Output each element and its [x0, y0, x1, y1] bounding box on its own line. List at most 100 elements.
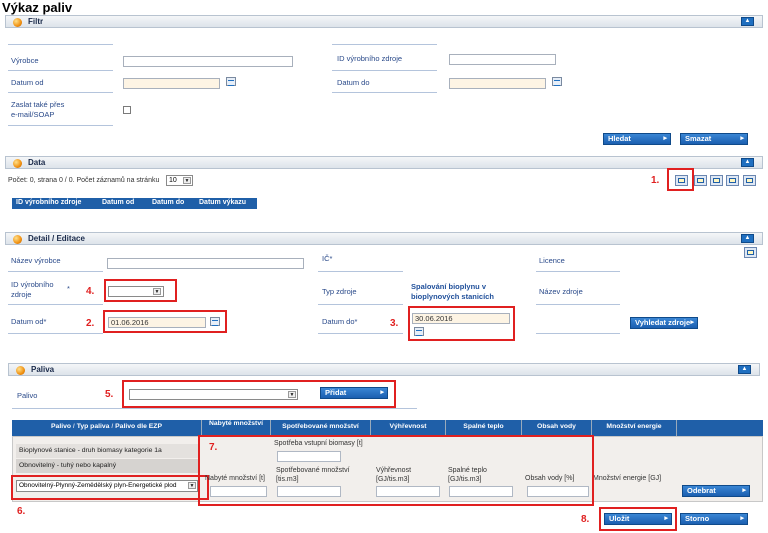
- panel-bullet-icon: [13, 235, 22, 244]
- datum-od-label: Datum od: [11, 78, 44, 87]
- id-zdroje-label-2: zdroje: [11, 290, 32, 299]
- nabyte-column-header[interactable]: Nabyté množství: [202, 420, 271, 436]
- detail-panel-header[interactable]: Detail / Editace ▲: [5, 232, 763, 245]
- required-mark: *: [67, 284, 70, 293]
- datum-do-label: Datum do: [337, 78, 370, 87]
- data-header: Data: [28, 158, 46, 167]
- column-header[interactable]: ID výrobního zdroje: [16, 199, 81, 206]
- typ-zdroje-value-2: bioplynových stanicích: [411, 292, 494, 301]
- nazev-vyrobce-label: Název výrobce: [11, 256, 61, 265]
- annotation-3: 3.: [390, 318, 399, 329]
- spotrebovane-column-header[interactable]: Spotřebované množství: [271, 420, 371, 436]
- panel-bullet-icon: [13, 159, 22, 168]
- annotation-box-8: [599, 507, 677, 531]
- vyhledat-zdroje-button[interactable]: Vyhledat zdroje: [630, 317, 698, 329]
- divider: [12, 408, 417, 409]
- datum-od-label: Datum od*: [11, 317, 47, 326]
- divider: [8, 271, 103, 272]
- annotation-7: 7.: [209, 442, 218, 453]
- divider: [332, 70, 437, 71]
- palivo-item[interactable]: Obnovitelný - tuhý nebo kapalný: [16, 459, 199, 473]
- smazat-button[interactable]: Smazat: [680, 133, 748, 145]
- edit-icon[interactable]: [694, 175, 707, 186]
- storno-button[interactable]: Storno: [680, 513, 748, 525]
- collapse-icon[interactable]: ▲: [741, 158, 754, 167]
- paliva-header: Paliva: [31, 365, 55, 374]
- zaslat-label-1: Zaslat také přes: [11, 100, 65, 109]
- calendar-icon[interactable]: [552, 77, 562, 86]
- annotation-box-5: [122, 380, 396, 408]
- collapse-icon[interactable]: ▲: [738, 365, 751, 374]
- paliva-panel-header[interactable]: Paliva ▲: [8, 363, 760, 376]
- hledat-button[interactable]: Hledat: [603, 133, 671, 145]
- divider: [318, 304, 403, 305]
- typ-zdroje-value-1: Spalování bioplynu v: [411, 282, 487, 291]
- zaslat-label-2: e-mail/SOAP: [11, 110, 55, 119]
- page-title: Výkaz paliv: [2, 0, 73, 15]
- collapse-icon[interactable]: ▲: [741, 17, 754, 26]
- vyhrevnost-column-header[interactable]: Výhřevnost: [371, 420, 446, 436]
- annotation-5: 5.: [105, 389, 114, 400]
- nazev-vyrobce-input[interactable]: [107, 258, 304, 269]
- vyrobce-label: Výrobce: [11, 56, 39, 65]
- annotation-8: 8.: [581, 514, 590, 525]
- filtr-header: Filtr: [28, 17, 44, 26]
- divider: [332, 92, 437, 93]
- column-header[interactable]: Datum do: [152, 199, 184, 206]
- annotation-6: 6.: [17, 506, 26, 517]
- divider: [536, 333, 620, 334]
- panel-bullet-icon: [13, 18, 22, 27]
- calendar-icon[interactable]: [226, 77, 236, 86]
- annotation-box-2: [103, 310, 227, 333]
- nazev-zdroje-label: Název zdroje: [539, 287, 583, 296]
- id-zdroje-label-1: ID výrobního: [11, 280, 54, 289]
- column-header[interactable]: Datum od: [102, 199, 134, 206]
- typ-zdroje-label: Typ zdroje: [322, 287, 357, 296]
- ic-label: IČ*: [322, 254, 333, 263]
- datum-do-label: Datum do*: [322, 317, 358, 326]
- data-panel-header[interactable]: Data ▲: [5, 156, 763, 169]
- mnozstvi-energie-column-header[interactable]: Množství energie: [592, 420, 677, 436]
- palivo-column-header[interactable]: Palivo / Typ paliva / Palivo dle EZP: [12, 420, 202, 436]
- divider: [536, 304, 620, 305]
- chevron-down-icon[interactable]: ▼: [183, 177, 191, 184]
- page-size-select[interactable]: 10 ▼: [166, 175, 193, 186]
- collapse-icon[interactable]: ▲: [741, 234, 754, 243]
- page-size-value: 10: [169, 177, 177, 184]
- palivo-item[interactable]: Bioplynové stanice - druh biomasy katego…: [16, 444, 199, 458]
- obsah-vody-column-header[interactable]: Obsah vody: [522, 420, 592, 436]
- odebrat-button[interactable]: Odebrat: [682, 485, 750, 497]
- filtr-panel-header[interactable]: Filtr ▲: [5, 15, 763, 28]
- print-icon[interactable]: [743, 175, 756, 186]
- annotation-box-3: [408, 306, 515, 341]
- panel-bullet-icon: [16, 366, 25, 375]
- vyrobce-input[interactable]: [123, 56, 293, 67]
- annotation-box-1: [667, 168, 694, 191]
- zaslat-checkbox[interactable]: [123, 106, 131, 114]
- data-grid-header: ID výrobního zdroje Datum od Datum do Da…: [12, 198, 257, 209]
- divider: [8, 333, 103, 334]
- add-record-icon[interactable]: [744, 247, 757, 258]
- annotation-box-7: [198, 435, 594, 506]
- column-header[interactable]: Datum výkazu: [199, 199, 246, 206]
- divider: [536, 271, 620, 272]
- copy-icon[interactable]: [710, 175, 723, 186]
- divider: [8, 304, 103, 305]
- mnozstvi-energie-label: Množství energie [GJ]: [593, 475, 662, 482]
- datum-od-input[interactable]: [123, 78, 220, 89]
- datum-do-input[interactable]: [449, 78, 546, 89]
- spalne-column-header[interactable]: Spalné teplo: [446, 420, 522, 436]
- divider: [8, 125, 113, 126]
- divider: [8, 44, 113, 45]
- id-zdroje-label: ID výrobního zdroje: [337, 54, 403, 63]
- licence-label: Licence: [539, 256, 565, 265]
- divider: [318, 271, 403, 272]
- palivo-label: Palivo: [17, 391, 38, 400]
- annotation-box-6: [11, 475, 209, 500]
- divider: [8, 70, 113, 71]
- id-zdroje-input[interactable]: [449, 54, 556, 65]
- pager-text: Počet: 0, strana 0 / 0. Počet záznamů na…: [8, 177, 160, 184]
- export-icon[interactable]: [726, 175, 739, 186]
- divider: [318, 333, 403, 334]
- annotation-4: 4.: [86, 286, 95, 297]
